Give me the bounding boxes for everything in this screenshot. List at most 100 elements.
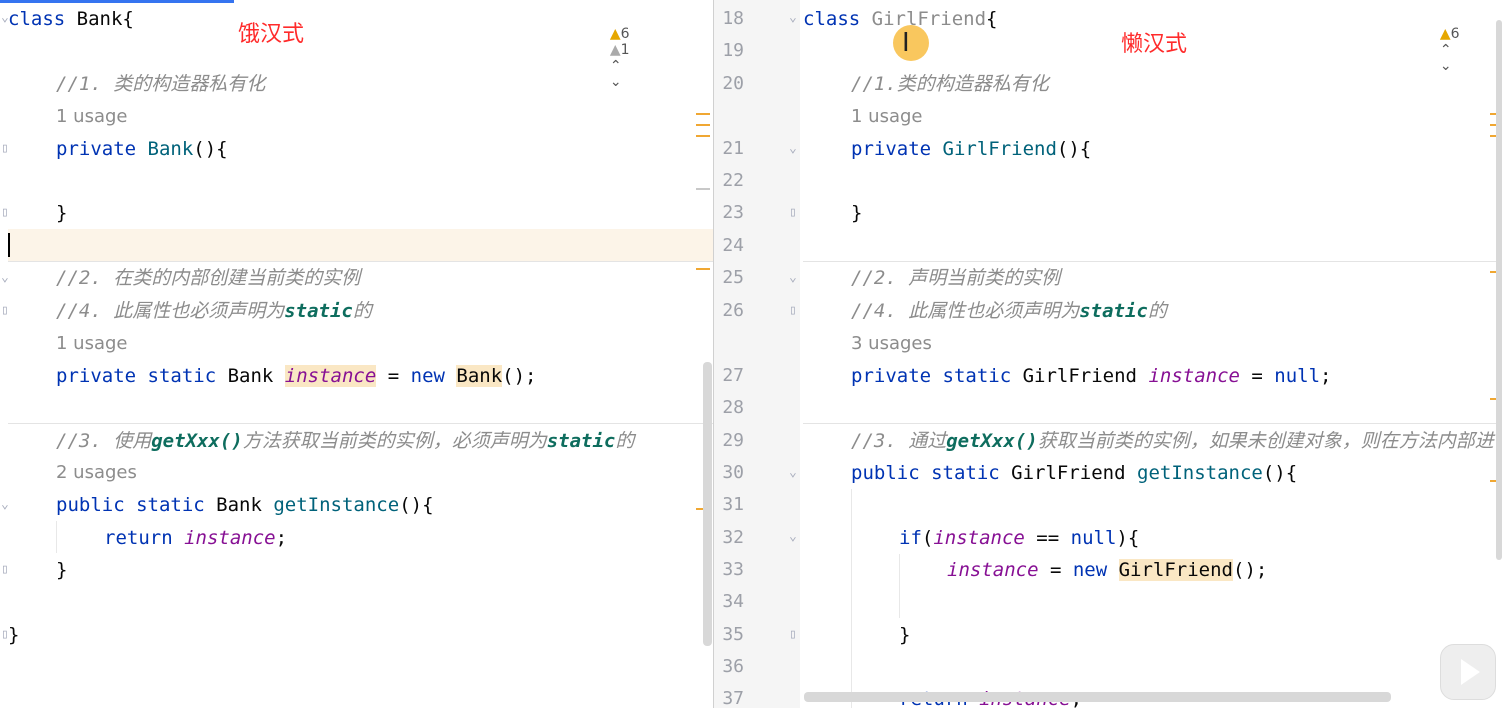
code-line[interactable]: private GirlFriend(){ <box>714 133 1502 165</box>
video-play-button[interactable] <box>1440 644 1496 700</box>
fold-icon[interactable]: ▯ <box>1 142 9 156</box>
code-line[interactable]: //2. 声明当前类的实例 <box>714 262 1502 294</box>
comment: 的 <box>615 430 635 452</box>
code-line[interactable]: } <box>714 197 1502 229</box>
code-line[interactable]: if(instance == null){ <box>714 522 1502 554</box>
code-line[interactable]: class GirlFriend{ <box>714 3 1502 35</box>
keyword: private <box>56 138 148 160</box>
code-line[interactable]: private static GirlFriend instance = nul… <box>714 360 1502 392</box>
fold-icon[interactable]: ▯ <box>1 628 9 642</box>
error-stripe-mark[interactable] <box>696 188 710 190</box>
operator: == <box>1024 527 1071 549</box>
code-line[interactable]: return instance; <box>0 522 714 554</box>
class-name: GirlFriend <box>871 8 987 30</box>
fold-icon[interactable]: ⌄ <box>1 271 9 285</box>
code-line[interactable]: //1.类的构造器私有化 <box>714 68 1502 100</box>
code-line[interactable]: //1. 类的构造器私有化 <box>0 68 714 100</box>
usage-hint[interactable]: 2 usages <box>56 457 137 489</box>
method-separator <box>8 423 714 424</box>
comment: //1.类的构造器私有化 <box>851 73 1049 95</box>
text-cursor-icon: I <box>902 28 910 58</box>
constructor-name: Bank <box>147 138 194 160</box>
fold-icon[interactable]: ▯ <box>1 206 9 220</box>
punctuation: (); <box>1233 559 1268 581</box>
comment: //3. 使用 <box>56 430 152 452</box>
field-name: instance <box>947 559 1039 581</box>
usage-hint[interactable]: 1 usage <box>56 101 128 133</box>
punctuation: ( <box>921 527 934 549</box>
comment: 的 <box>352 300 372 322</box>
weak-warning-icon: ▲ <box>609 42 621 58</box>
error-stripe-mark[interactable] <box>696 124 710 126</box>
code-line[interactable]: //3. 通过getXxx()获取当前类的实例，如果未创建对象，则在方法内部进 <box>714 425 1502 457</box>
comment: //2. 在类的内部创建当前类的实例 <box>56 267 361 289</box>
line-number: 31 <box>722 494 744 515</box>
code-line[interactable]: } <box>0 619 714 651</box>
vertical-scrollbar[interactable] <box>1496 20 1502 560</box>
mouse-highlight <box>893 25 929 61</box>
type-name: GirlFriend <box>1022 365 1149 387</box>
punctuation: ; <box>275 527 288 549</box>
horizontal-scrollbar[interactable] <box>804 692 1391 702</box>
usage-hint[interactable]: 3 usages <box>851 328 932 360</box>
code-line[interactable]: instance = new GirlFriend(); <box>714 554 1502 586</box>
punctuation: (){ <box>1056 138 1092 160</box>
text-caret <box>8 233 10 257</box>
code-line[interactable]: public static GirlFriend getInstance(){ <box>714 457 1502 489</box>
line-number: 28 <box>722 397 744 418</box>
punctuation: (); <box>502 365 537 387</box>
annotation-lazy-singleton: 懒汉式 <box>1121 32 1188 57</box>
error-stripe-mark[interactable] <box>696 135 710 137</box>
field-name: instance <box>184 527 276 549</box>
code-line[interactable]: //3. 使用getXxx()方法获取当前类的实例，必须声明为static的 <box>0 425 714 457</box>
operator: = <box>1239 365 1275 387</box>
error-stripe-mark[interactable] <box>696 113 710 115</box>
code-line[interactable]: //4. 此属性也必须声明为static的 <box>714 295 1502 327</box>
code-line[interactable]: private Bank(){ <box>0 133 714 165</box>
previous-highlight-icon[interactable]: ⌃ <box>1440 42 1452 58</box>
keyword: null <box>1274 365 1321 387</box>
code-line[interactable]: } <box>0 197 714 229</box>
keyword: public static <box>56 494 217 516</box>
brace: } <box>56 202 68 224</box>
keyword: return <box>104 527 185 549</box>
code-line[interactable]: public static Bank getInstance(){ <box>0 489 714 521</box>
comment: 方法获取当前类的实例，必须声明为 <box>242 430 547 452</box>
code-line[interactable]: } <box>0 554 714 586</box>
line-number: 22 <box>722 170 744 191</box>
line-number: 34 <box>722 591 744 612</box>
comment: 获取当前类的实例，如果未创建对象，则在方法内部进 <box>1037 430 1494 452</box>
code-line[interactable]: //2. 在类的内部创建当前类的实例 <box>0 262 714 294</box>
usage-hint[interactable]: 1 usage <box>851 101 923 133</box>
weak-warning-count: 1 <box>620 42 630 58</box>
vertical-scrollbar[interactable] <box>703 362 712 646</box>
punctuation: ){ <box>1116 527 1140 549</box>
method-name: getInstance <box>273 494 400 516</box>
fold-icon[interactable]: ▯ <box>1 304 9 318</box>
class-name: Bank{ <box>65 8 134 30</box>
usage-hint[interactable]: 1 usage <box>56 328 128 360</box>
comment-bold: static <box>546 430 616 452</box>
left-editor-pane[interactable]: ▲6 ▲1 ⌃ ⌄ class Bank{ ⌄ //1. 类的构造器私有化 1 … <box>0 0 714 708</box>
error-stripe-mark[interactable] <box>696 268 710 270</box>
code-line[interactable]: //4. 此属性也必须声明为static的 <box>0 295 714 327</box>
code-line[interactable]: private static Bank instance = new Bank(… <box>0 360 714 392</box>
keyword: new <box>410 365 457 387</box>
punctuation: (){ <box>399 494 434 516</box>
fold-icon[interactable]: ⌄ <box>1 11 9 25</box>
keyword: new <box>1072 559 1119 581</box>
fold-icon[interactable]: ⌄ <box>1 498 9 512</box>
code-line[interactable]: class Bank{ <box>0 3 714 35</box>
keyword: class <box>803 8 872 30</box>
keyword: if <box>899 527 922 549</box>
fold-icon[interactable]: ▯ <box>1 563 9 577</box>
comment: //4. 此属性也必须声明为 <box>851 300 1080 322</box>
keyword: private static <box>56 365 228 387</box>
comment-bold: getXxx() <box>151 430 243 452</box>
class-reference: GirlFriend <box>1118 559 1233 581</box>
brace: } <box>8 624 20 646</box>
code-line[interactable]: } <box>714 619 1502 651</box>
right-editor-pane[interactable]: 18 19 20 21 22 23 24 25 26 27 28 29 30 3… <box>714 0 1502 708</box>
line-number: 36 <box>722 656 744 677</box>
comment-bold: static <box>1079 300 1148 322</box>
